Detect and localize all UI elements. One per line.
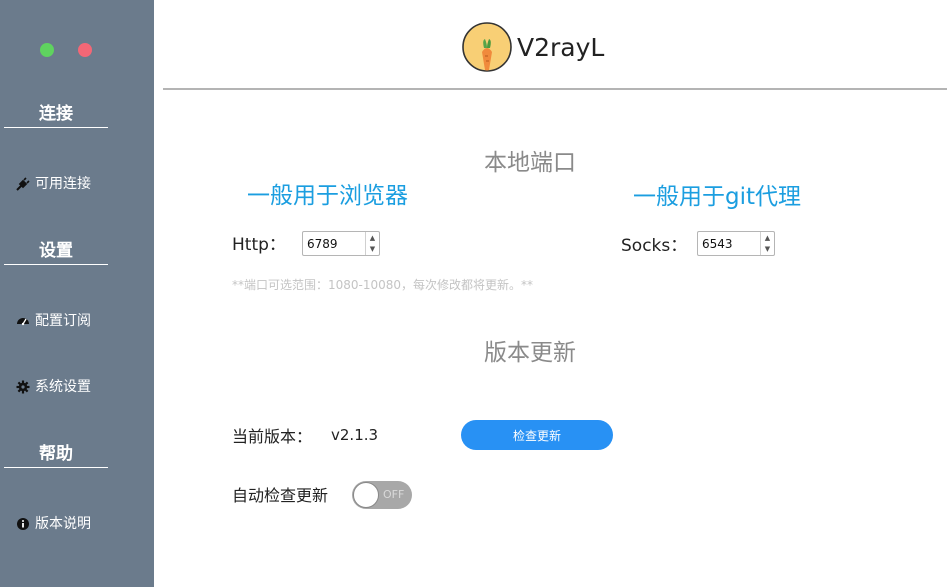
header-divider	[163, 88, 947, 90]
http-port-input[interactable]	[307, 235, 363, 252]
socks-port-input[interactable]	[702, 235, 758, 252]
window-close-button[interactable]	[78, 43, 92, 57]
version-update-heading: 版本更新	[484, 340, 576, 366]
http-port-increment-button[interactable]: ▲	[366, 232, 379, 244]
current-version-label: 当前版本：	[232, 427, 313, 446]
sidebar-section-settings: 设置	[4, 241, 108, 265]
sidebar-item-label: 配置订阅	[35, 313, 91, 329]
sidebar-section-help: 帮助	[4, 444, 108, 468]
sidebar-item-label: 版本说明	[35, 516, 91, 532]
current-version-value: v2.1.3	[331, 426, 379, 444]
info-icon	[16, 517, 30, 531]
app-title: V2rayL	[517, 33, 605, 62]
check-update-button[interactable]: 检查更新	[461, 420, 613, 450]
http-port-decrement-button[interactable]: ▼	[366, 244, 379, 256]
socks-port-spinner: ▲ ▼	[697, 231, 775, 256]
gear-icon	[16, 380, 30, 394]
sidebar-item-system-settings[interactable]: 系统设置	[16, 378, 91, 396]
auto-check-label: 自动检查更新	[232, 486, 329, 505]
dashboard-icon	[16, 314, 30, 328]
sidebar-item-label: 系统设置	[35, 379, 91, 395]
window-maximize-button[interactable]	[40, 43, 54, 57]
socks-port-label: Socks：	[621, 236, 688, 256]
toggle-knob	[353, 482, 379, 508]
sidebar-section-connect: 连接	[4, 104, 108, 128]
http-port-label: Http：	[232, 235, 286, 255]
sidebar-item-label: 可用连接	[35, 176, 91, 192]
socks-port-arrows: ▲ ▼	[760, 232, 774, 255]
sidebar-item-subscription[interactable]: 配置订阅	[16, 312, 91, 330]
port-range-hint: **端口可选范围：1080-10080，每次修改都将更新。**	[232, 278, 534, 292]
carrot-logo-icon	[462, 22, 512, 72]
local-ports-heading: 本地端口	[484, 150, 576, 176]
plug-icon	[16, 177, 30, 191]
socks-port-increment-button[interactable]: ▲	[761, 232, 774, 244]
auto-check-toggle[interactable]: OFF	[352, 481, 412, 509]
sidebar-item-available-connections[interactable]: 可用连接	[16, 175, 91, 193]
http-usage-note: 一般用于浏览器	[247, 183, 408, 209]
sidebar: 连接 可用连接 设置 配置订阅 系统设置 帮助 版本说明	[0, 0, 154, 587]
socks-usage-note: 一般用于git代理	[633, 184, 802, 210]
socks-port-decrement-button[interactable]: ▼	[761, 244, 774, 256]
http-port-arrows: ▲ ▼	[365, 232, 379, 255]
toggle-state-text: OFF	[383, 488, 405, 501]
sidebar-item-version-notes[interactable]: 版本说明	[16, 515, 91, 533]
http-port-spinner: ▲ ▼	[302, 231, 380, 256]
